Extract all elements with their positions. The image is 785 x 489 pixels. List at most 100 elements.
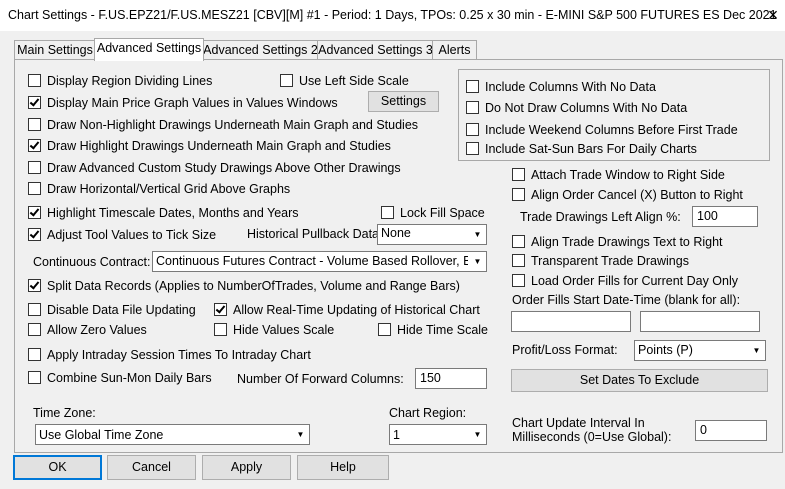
highlight-timescale-checkbox[interactable]: Highlight Timescale Dates, Months and Ye… bbox=[28, 205, 299, 220]
tab-main-settings[interactable]: Main Settings bbox=[14, 40, 96, 60]
hide-time-scale-checkbox[interactable]: Hide Time Scale bbox=[378, 322, 488, 337]
continuous-contract-select[interactable]: Continuous Futures Contract - Volume Bas… bbox=[152, 251, 487, 272]
help-button[interactable]: Help bbox=[297, 455, 389, 480]
window-title: Chart Settings - F.US.EPZ21/F.US.MESZ21 … bbox=[8, 8, 777, 22]
checkbox-label: Load Order Fills for Current Day Only bbox=[531, 273, 739, 288]
checkbox-label: Draw Advanced Custom Study Drawings Abov… bbox=[47, 160, 401, 175]
set-dates-to-exclude-button[interactable]: Set Dates To Exclude bbox=[511, 369, 768, 392]
checkbox-label: Display Main Price Graph Values in Value… bbox=[47, 95, 338, 110]
checkbox-label: Display Region Dividing Lines bbox=[47, 73, 213, 88]
checkbox-label: Combine Sun-Mon Daily Bars bbox=[47, 370, 212, 385]
select-value: Use Global Time Zone bbox=[39, 428, 164, 442]
order-fills-end-input[interactable] bbox=[640, 311, 760, 332]
checkbox-box bbox=[512, 254, 525, 267]
checkbox-label: Use Left Side Scale bbox=[299, 73, 409, 88]
profit-loss-format-label: Profit/Loss Format: bbox=[512, 343, 618, 357]
tab-alerts[interactable]: Alerts bbox=[432, 40, 477, 60]
checkbox-box bbox=[214, 303, 227, 316]
tab-advanced-settings-3[interactable]: Advanced Settings 3 bbox=[317, 40, 434, 60]
draw-non-highlight-checkbox[interactable]: Draw Non-Highlight Drawings Underneath M… bbox=[28, 117, 418, 132]
checkbox-box bbox=[28, 206, 41, 219]
order-fills-start-label: Order Fills Start Date-Time (blank for a… bbox=[512, 293, 741, 307]
checkbox-box bbox=[28, 161, 41, 174]
checkbox-box bbox=[28, 118, 41, 131]
draw-advanced-custom-checkbox[interactable]: Draw Advanced Custom Study Drawings Abov… bbox=[28, 160, 401, 175]
time-zone-select[interactable]: Use Global Time Zone ▼ bbox=[35, 424, 310, 445]
checkbox-label: Include Weekend Columns Before First Tra… bbox=[485, 122, 738, 137]
checkbox-box bbox=[280, 74, 293, 87]
checkbox-box bbox=[381, 206, 394, 219]
checkbox-box bbox=[28, 323, 41, 336]
checkbox-label: Split Data Records (Applies to NumberOfT… bbox=[47, 278, 460, 293]
chevron-down-icon: ▼ bbox=[473, 257, 482, 266]
historical-pullback-select[interactable]: None ▼ bbox=[377, 224, 487, 245]
attach-trade-window-checkbox[interactable]: Attach Trade Window to Right Side bbox=[512, 167, 725, 182]
apply-button[interactable]: Apply bbox=[202, 455, 291, 480]
checkbox-label: Disable Data File Updating bbox=[47, 302, 196, 317]
checkbox-box bbox=[512, 235, 525, 248]
combine-sun-mon-checkbox[interactable]: Combine Sun-Mon Daily Bars bbox=[28, 370, 212, 385]
checkbox-label: Draw Non-Highlight Drawings Underneath M… bbox=[47, 117, 419, 132]
apply-intraday-session-checkbox[interactable]: Apply Intraday Session Times To Intraday… bbox=[28, 347, 311, 362]
checkbox-label: Adjust Tool Values to Tick Size bbox=[47, 227, 217, 242]
use-left-side-scale-checkbox[interactable]: Use Left Side Scale bbox=[280, 73, 409, 88]
checkbox-label: Hide Values Scale bbox=[233, 322, 335, 337]
draw-highlight-checkbox[interactable]: Draw Highlight Drawings Underneath Main … bbox=[28, 138, 391, 153]
checkbox-label: Align Trade Drawings Text to Right bbox=[531, 234, 723, 249]
checkbox-label: Highlight Timescale Dates, Months and Ye… bbox=[47, 205, 299, 220]
checkbox-label: Attach Trade Window to Right Side bbox=[531, 167, 725, 182]
trade-drawings-left-align-input[interactable]: 100 bbox=[692, 206, 758, 227]
disable-data-file-updating-checkbox[interactable]: Disable Data File Updating bbox=[28, 302, 196, 317]
hide-values-scale-checkbox[interactable]: Hide Values Scale bbox=[214, 322, 334, 337]
cancel-button[interactable]: Cancel bbox=[107, 455, 196, 480]
update-interval-input[interactable]: 0 bbox=[695, 420, 767, 441]
allow-realtime-updating-checkbox[interactable]: Allow Real-Time Updating of Historical C… bbox=[214, 302, 480, 317]
lock-fill-space-checkbox[interactable]: Lock Fill Space bbox=[381, 205, 485, 220]
profit-loss-format-select[interactable]: Points (P) ▼ bbox=[634, 340, 766, 361]
ok-button[interactable]: OK bbox=[13, 455, 102, 480]
checkbox-box bbox=[28, 371, 41, 384]
chart-region-label: Chart Region: bbox=[389, 406, 467, 420]
adjust-tool-values-checkbox[interactable]: Adjust Tool Values to Tick Size bbox=[28, 227, 216, 242]
checkbox-label: Do Not Draw Columns With No Data bbox=[485, 100, 688, 115]
checkbox-label: Hide Time Scale bbox=[397, 322, 489, 337]
include-weekend-columns-checkbox[interactable]: Include Weekend Columns Before First Tra… bbox=[466, 122, 738, 137]
align-order-cancel-checkbox[interactable]: Align Order Cancel (X) Button to Right bbox=[512, 187, 743, 202]
display-region-dividing-lines-checkbox[interactable]: Display Region Dividing Lines bbox=[28, 73, 212, 88]
include-sat-sun-bars-checkbox[interactable]: Include Sat-Sun Bars For Daily Charts bbox=[466, 141, 697, 156]
checkbox-box bbox=[466, 142, 479, 155]
forward-columns-input[interactable]: 150 bbox=[415, 368, 487, 389]
include-columns-no-data-checkbox[interactable]: Include Columns With No Data bbox=[466, 79, 656, 94]
checkbox-box bbox=[466, 80, 479, 93]
select-value: Points (P) bbox=[638, 343, 693, 357]
select-value: None bbox=[381, 226, 411, 240]
do-not-draw-columns-checkbox[interactable]: Do Not Draw Columns With No Data bbox=[466, 100, 687, 115]
settings-button[interactable]: Settings bbox=[368, 91, 439, 112]
draw-grid-above-checkbox[interactable]: Draw Horizontal/Vertical Grid Above Grap… bbox=[28, 181, 290, 196]
load-order-fills-checkbox[interactable]: Load Order Fills for Current Day Only bbox=[512, 273, 738, 288]
checkbox-label: Draw Highlight Drawings Underneath Main … bbox=[47, 138, 391, 153]
display-main-price-values-checkbox[interactable]: Display Main Price Graph Values in Value… bbox=[28, 95, 338, 110]
order-fills-start-input[interactable] bbox=[511, 311, 631, 332]
allow-zero-values-checkbox[interactable]: Allow Zero Values bbox=[28, 322, 147, 337]
align-trade-drawings-text-checkbox[interactable]: Align Trade Drawings Text to Right bbox=[512, 234, 723, 249]
transparent-trade-drawings-checkbox[interactable]: Transparent Trade Drawings bbox=[512, 253, 689, 268]
checkbox-label: Allow Real-Time Updating of Historical C… bbox=[233, 302, 480, 317]
select-value: Continuous Futures Contract - Volume Bas… bbox=[156, 254, 468, 268]
chevron-down-icon: ▼ bbox=[752, 346, 761, 355]
trade-drawings-left-align-label: Trade Drawings Left Align %: bbox=[520, 210, 681, 224]
checkbox-label: Align Order Cancel (X) Button to Right bbox=[531, 187, 743, 202]
tab-advanced-settings[interactable]: Advanced Settings bbox=[94, 38, 204, 61]
tab-advanced-settings-2[interactable]: Advanced Settings 2 bbox=[202, 40, 319, 60]
chart-region-select[interactable]: 1 ▼ bbox=[389, 424, 487, 445]
checkbox-label: Apply Intraday Session Times To Intraday… bbox=[47, 347, 311, 362]
split-data-records-checkbox[interactable]: Split Data Records (Applies to NumberOfT… bbox=[28, 278, 460, 293]
close-icon[interactable]: × bbox=[764, 5, 782, 25]
checkbox-box bbox=[214, 323, 227, 336]
checkbox-box bbox=[28, 96, 41, 109]
update-interval-label-line1: Chart Update Interval In bbox=[512, 416, 645, 430]
chevron-down-icon: ▼ bbox=[473, 430, 482, 439]
checkbox-box bbox=[28, 182, 41, 195]
checkbox-box bbox=[512, 168, 525, 181]
checkbox-box bbox=[28, 139, 41, 152]
